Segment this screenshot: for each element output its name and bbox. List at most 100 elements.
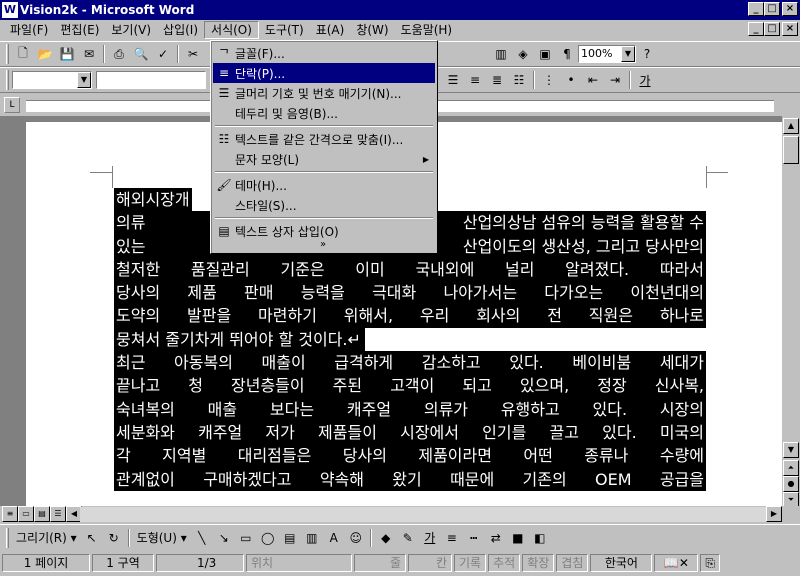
select-objects-icon[interactable]: ↖ [81, 528, 103, 548]
toolbar-grip[interactable] [6, 70, 9, 90]
menu-tools[interactable]: 도구(T) [259, 21, 310, 39]
print-icon[interactable]: ⎙ [108, 44, 130, 64]
menu-item-distribute-text[interactable]: ☷ 텍스트를 같은 간격으로 맞춤(I)... [213, 129, 435, 149]
doc-restore-button[interactable]: □ [764, 22, 780, 36]
spelling-status-icon[interactable]: 📖✕ [654, 554, 699, 572]
expand-menu-icon[interactable]: » [211, 239, 435, 250]
menu-item-insert-textbox[interactable]: ▤ 텍스트 상자 삽입(O) [213, 221, 435, 241]
drawing-icon[interactable]: ◈ [512, 44, 534, 64]
dash-style-icon[interactable]: ┅ [463, 528, 485, 548]
oval-icon[interactable]: ◯ [257, 528, 279, 548]
menu-insert[interactable]: 삽입(I) [157, 21, 204, 39]
tab-selector[interactable]: L [4, 97, 20, 113]
vertical-text-box-icon[interactable]: ▥ [301, 528, 323, 548]
restore-button[interactable]: □ [764, 2, 780, 16]
wordart-icon[interactable]: A [323, 528, 345, 548]
text-box-icon[interactable]: ▤ [279, 528, 301, 548]
scroll-thumb[interactable] [783, 136, 799, 164]
menu-help[interactable]: 도움말(H) [395, 21, 459, 39]
clip-art-icon[interactable]: ☺ [345, 528, 367, 548]
horizontal-scroll-track[interactable] [80, 507, 766, 522]
line-icon[interactable]: ╲ [191, 528, 213, 548]
toolbar-separator [629, 71, 631, 89]
web-layout-view-icon[interactable]: ▭ [18, 506, 34, 522]
scroll-down-icon[interactable]: ▼ [783, 442, 799, 458]
menu-window[interactable]: 창(W) [350, 21, 394, 39]
outline-view-icon[interactable]: ☰ [50, 506, 66, 522]
text-line: 뭉쳐서 줄기차게 뛰어야 할 것이다.↵ [114, 327, 365, 352]
toolbar-grip[interactable] [6, 44, 9, 64]
close-button[interactable]: × [782, 2, 798, 16]
menu-item-bullets-numbering[interactable]: ☰ 글머리 기호 및 번호 매기기(N)... [213, 83, 435, 103]
help-icon[interactable]: ? [636, 44, 658, 64]
style-select[interactable]: ▼ [12, 71, 92, 89]
align-justify-icon[interactable]: ☰ [442, 70, 464, 90]
menu-item-font[interactable]: ᄀ 글꼴(F)... [213, 43, 435, 63]
3d-icon[interactable]: ◧ [529, 528, 551, 548]
align-center-icon[interactable]: ≡ [464, 70, 486, 90]
spelling-icon[interactable]: ✓ [152, 44, 174, 64]
open-folder-icon[interactable]: 📂 [34, 44, 56, 64]
doc-minimize-button[interactable]: _ [748, 22, 764, 36]
print-layout-view-icon[interactable]: ▤ [34, 506, 50, 522]
distribute-icon[interactable]: ☷ [508, 70, 530, 90]
previous-page-icon[interactable]: ⏶ [783, 460, 799, 476]
text-line: 해외시장개 [114, 188, 192, 212]
menu-item-character-style[interactable]: 문자 모양(L) ▶ [213, 149, 435, 169]
autoshapes-menu-button[interactable]: 도형(U) ▾ [133, 529, 191, 546]
menu-edit[interactable]: 편집(E) [54, 21, 105, 39]
new-document-icon[interactable]: 🗋 [12, 44, 34, 64]
select-browse-object-icon[interactable]: ● [783, 476, 799, 492]
arrow-style-icon[interactable]: ⇄ [485, 528, 507, 548]
status-ext[interactable]: 확장 [522, 554, 555, 572]
numbering-icon[interactable]: ⋮ [538, 70, 560, 90]
print-preview-icon[interactable]: 🔍 [130, 44, 152, 64]
increase-indent-icon[interactable]: ⇥ [604, 70, 626, 90]
rectangle-icon[interactable]: ▭ [235, 528, 257, 548]
font-color-icon[interactable]: 가 [634, 70, 656, 90]
show-hide-icon[interactable]: ¶ [556, 44, 578, 64]
menu-item-paragraph[interactable]: ≡ 단락(P)... [213, 63, 435, 83]
text-line-end: 도의 생산성, 그리고 당사만의 [507, 236, 704, 256]
scroll-up-icon[interactable]: ▲ [783, 118, 799, 134]
line-style-icon[interactable]: ≡ [441, 528, 463, 548]
menu-item-theme[interactable]: 🖌 테마(H)... [213, 175, 435, 195]
draw-menu-button[interactable]: 그리기(R) ▾ [12, 529, 81, 546]
shadow-icon[interactable]: ■ [507, 528, 529, 548]
document-window-controls: _ □ × [748, 22, 798, 36]
toolbar-grip[interactable] [6, 527, 9, 548]
status-ovr[interactable]: 겹침 [556, 554, 589, 572]
chevron-down-icon[interactable]: ▼ [621, 46, 635, 62]
horizontal-scrollbar[interactable]: ≡ ▭ ▤ ☰ ◀ ▶ [0, 506, 800, 523]
word-app-icon[interactable]: W [2, 2, 18, 18]
menu-format[interactable]: 서식(O) [204, 21, 259, 39]
decrease-indent-icon[interactable]: ⇤ [582, 70, 604, 90]
fill-color-icon[interactable]: ◆ [375, 528, 397, 548]
doc-close-button[interactable]: × [782, 22, 798, 36]
font-color-icon[interactable]: 가 [419, 528, 441, 548]
save-icon[interactable]: 💾 [56, 44, 78, 64]
bullets-icon[interactable]: • [560, 70, 582, 90]
zoom-select[interactable]: 100% ▼ [578, 45, 636, 63]
columns-icon[interactable]: ▥ [490, 44, 512, 64]
chevron-down-icon[interactable]: ▼ [77, 72, 91, 88]
status-rec[interactable]: 기록 [454, 554, 487, 572]
menu-view[interactable]: 보기(V) [105, 21, 157, 39]
cut-icon[interactable]: ✂ [182, 44, 204, 64]
arrow-icon[interactable]: ↘ [213, 528, 235, 548]
menu-file[interactable]: 파일(F) [4, 21, 54, 39]
email-icon[interactable]: ✉ [78, 44, 100, 64]
scroll-right-icon[interactable]: ▶ [766, 506, 782, 522]
document-map-icon[interactable]: ▣ [534, 44, 556, 64]
minimize-button[interactable]: _ [748, 2, 764, 16]
align-right-icon[interactable]: ≣ [486, 70, 508, 90]
line-color-icon[interactable]: ✎ [397, 528, 419, 548]
menu-item-style[interactable]: 스타일(S)... [213, 195, 435, 215]
normal-view-icon[interactable]: ≡ [2, 506, 18, 522]
font-select[interactable] [96, 71, 206, 89]
vertical-scrollbar[interactable]: ▲ ▼ ⏶ ● ⏷ [782, 94, 800, 508]
status-trk[interactable]: 추적 [488, 554, 521, 572]
menu-item-borders-shading[interactable]: 테두리 및 음영(B)... [213, 103, 435, 123]
free-rotate-icon[interactable]: ↻ [103, 528, 125, 548]
menu-table[interactable]: 표(A) [310, 21, 351, 39]
